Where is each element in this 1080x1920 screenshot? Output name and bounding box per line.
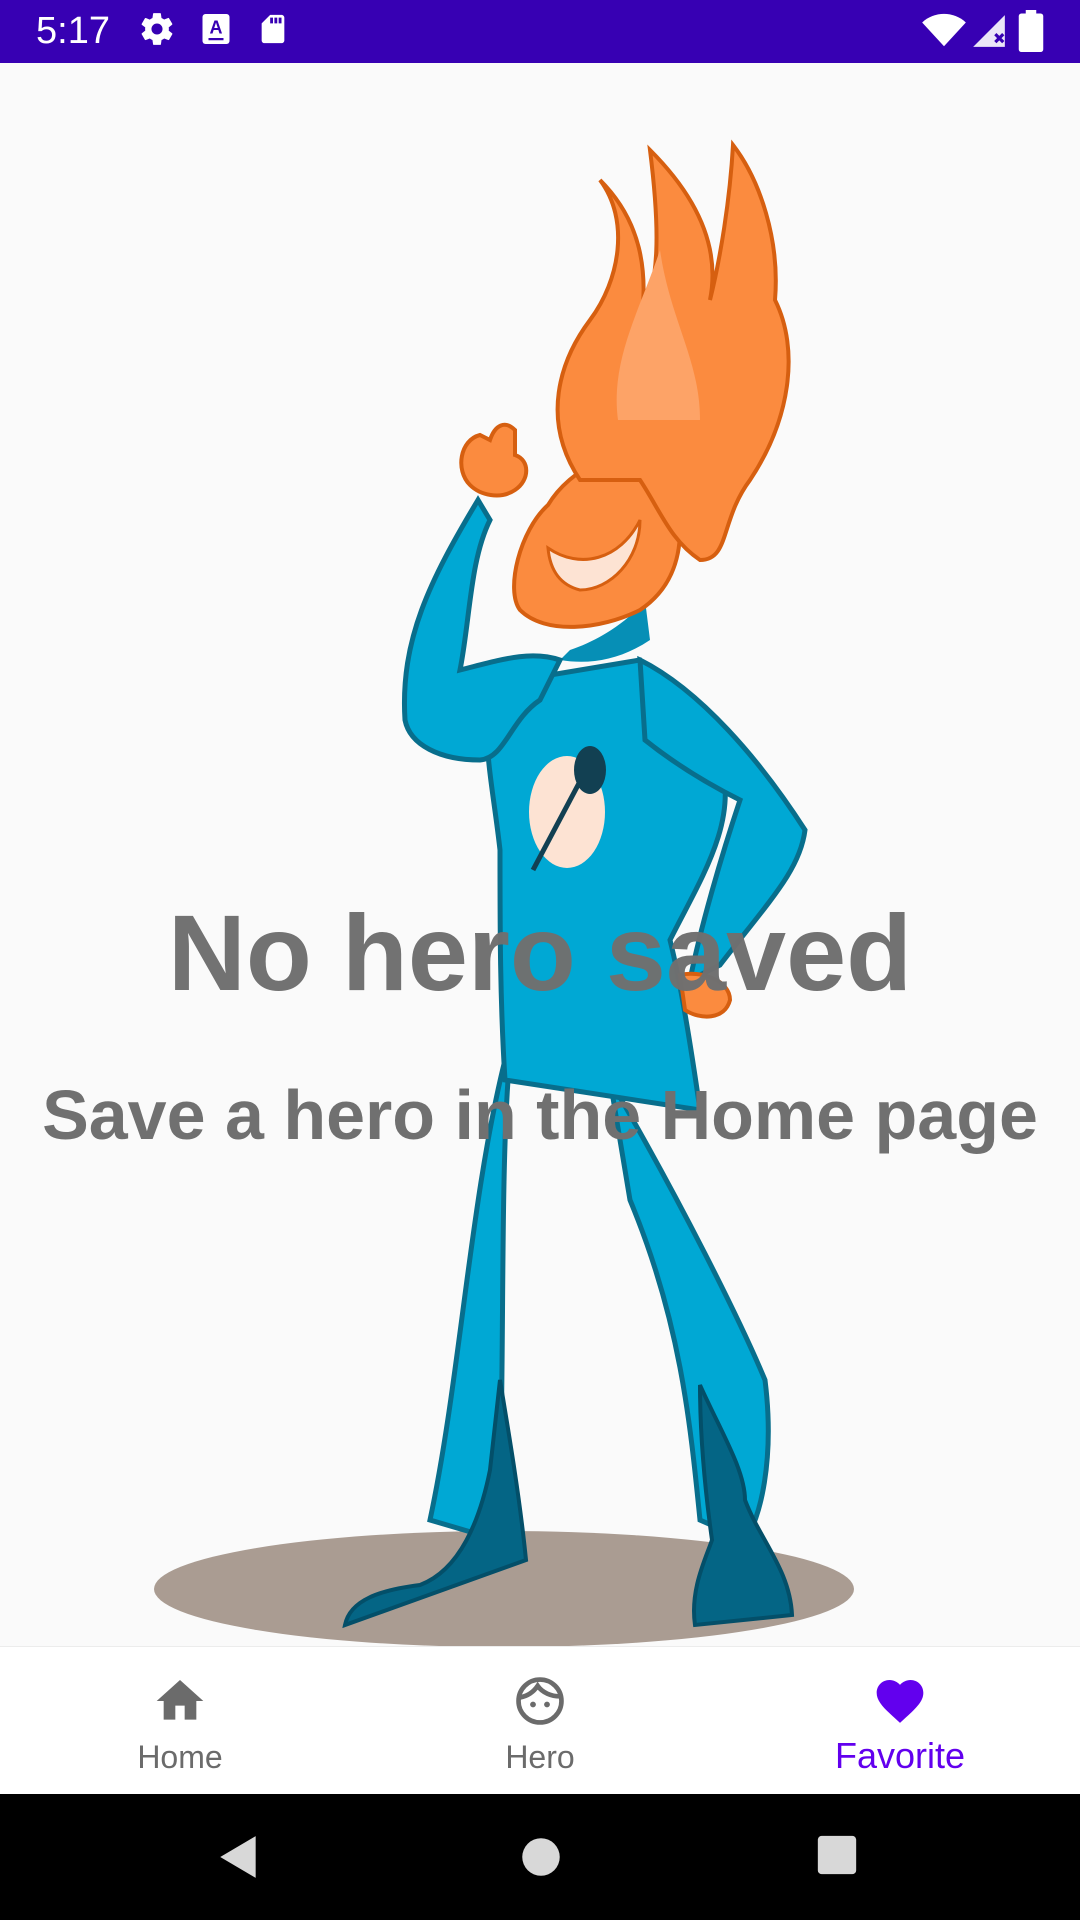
nav-item-hero[interactable]: Hero	[360, 1647, 720, 1795]
svg-text:A: A	[210, 18, 223, 38]
empty-state-subtitle: Save a hero in the Home page	[42, 1076, 1038, 1154]
back-icon[interactable]	[214, 1832, 264, 1882]
nav-label-hero: Hero	[505, 1739, 575, 1775]
favorites-content: No hero saved Save a hero in the Home pa…	[0, 63, 1080, 1646]
cell-signal-icon	[973, 15, 1005, 47]
nav-item-home[interactable]: Home	[0, 1647, 360, 1795]
home-icon	[156, 1680, 204, 1720]
home-circle-icon[interactable]	[516, 1832, 566, 1882]
superhero-illustration	[154, 139, 854, 1646]
status-bar: 5:17 A	[0, 0, 1080, 63]
text-a-icon: A	[202, 14, 230, 44]
heart-icon	[876, 1680, 924, 1723]
sd-card-icon	[261, 14, 285, 44]
system-navigation-bar	[0, 1794, 1080, 1920]
nav-label-home: Home	[137, 1739, 223, 1775]
nav-item-favorite[interactable]: Favorite	[720, 1647, 1080, 1795]
status-time: 5:17	[36, 10, 110, 52]
empty-state-title: No hero saved	[167, 892, 913, 1013]
nav-label-favorite: Favorite	[834, 1735, 966, 1776]
battery-icon	[1018, 10, 1044, 52]
settings-gear-icon	[141, 13, 173, 45]
wifi-icon	[922, 13, 966, 47]
bottom-navigation: Home Hero Favorite	[0, 1646, 1080, 1795]
face-icon	[516, 1677, 564, 1725]
recents-icon[interactable]	[814, 1832, 860, 1878]
